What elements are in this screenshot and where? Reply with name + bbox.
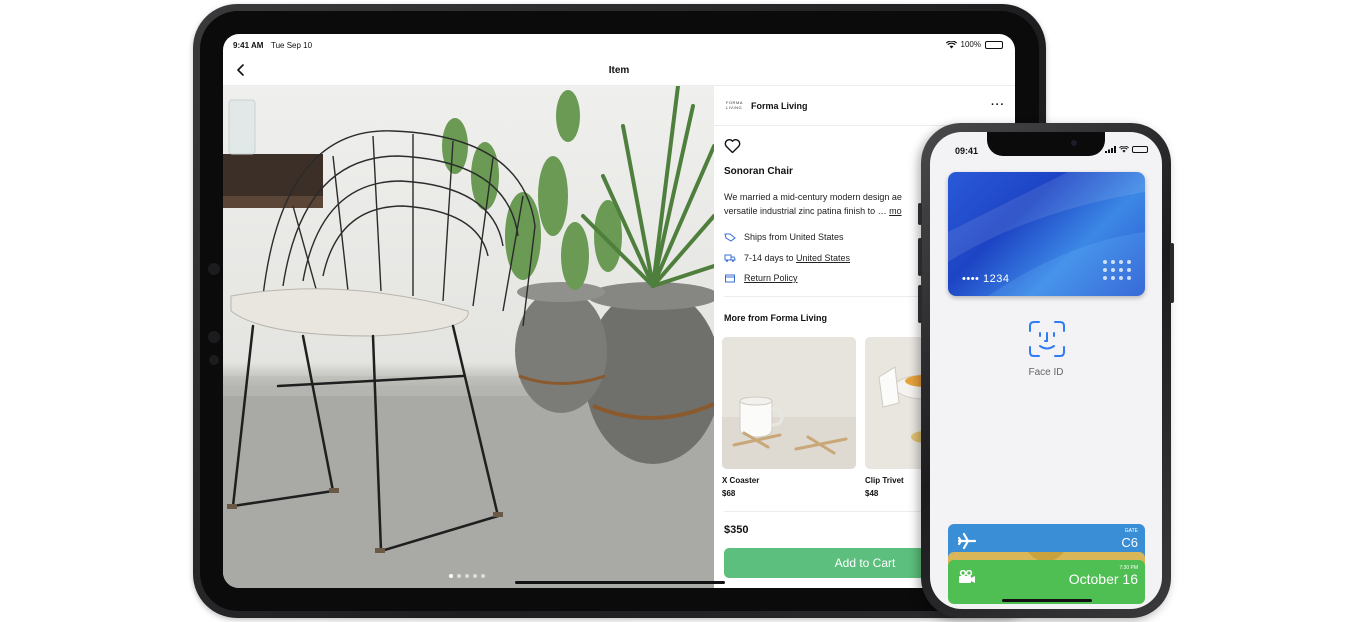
product-thumb-x-coaster[interactable] [722,337,856,469]
product-thumb-name: Clip Trivet [865,476,904,485]
phone-battery-icon [1132,146,1148,153]
more-options-icon[interactable]: ··· [991,99,1005,111]
delivery-prefix: 7-14 days to [744,253,797,263]
product-thumb-name: X Coaster [722,476,760,485]
phone-status-right [1105,146,1148,153]
delivery-truck-icon [724,254,736,262]
page-dot[interactable] [457,574,461,578]
product-photo[interactable] [223,86,714,588]
phone-home-indicator[interactable] [1002,599,1092,602]
ipad-sensor-small [209,355,219,365]
wifi-icon [1119,146,1129,153]
seller-logo: FORMA LIVING [726,100,744,110]
status-right: 100% [945,40,1003,49]
seller-name[interactable]: Forma Living [751,101,808,111]
seller-logo-line2: LIVING [726,105,743,110]
apple-pay-card[interactable]: •••• 1234 [948,172,1145,296]
event-date: October 16 [1068,571,1138,587]
battery-icon [985,40,1003,49]
wifi-icon [945,40,957,48]
face-id-icon [1029,321,1065,357]
nav-bar: Item [223,56,1015,86]
ipad-sensor [208,263,220,275]
side-button [1170,243,1174,303]
page-dot[interactable] [481,574,485,578]
photo-page-indicator[interactable] [449,574,485,578]
ipad-camera [208,331,220,343]
event-ticket[interactable]: 7:30 PM October 16 [948,560,1145,604]
seller-row[interactable]: FORMA LIVING Forma Living ··· [714,86,1015,126]
coaster-image [722,337,856,469]
gate-label: GATE [1124,528,1138,534]
phone-status-time: 09:41 [955,146,979,156]
tag-icon [724,233,736,242]
favorite-heart-icon[interactable] [724,138,741,154]
mute-switch [918,203,922,225]
airplane-icon [958,532,976,550]
home-indicator[interactable] [515,581,725,584]
notch [987,132,1105,156]
delivery-country-link[interactable]: United States [796,253,850,263]
ships-from-text: Ships from United States [744,232,844,242]
cellular-signal-icon [1105,146,1116,153]
product-price: $350 [724,524,749,536]
iphone-device: 09:41 •••• 1234 Face ID GATE C6 7:30 PM … [918,123,1174,618]
product-thumb-price: $48 [865,489,879,498]
page-dot[interactable] [465,574,469,578]
battery-percent: 100% [960,40,981,49]
card-number: •••• 1234 [962,273,1010,285]
page-dot[interactable] [449,574,453,578]
status-bar: 9:41 AM Tue Sep 10 100% [223,34,1015,56]
ipad-screen: 9:41 AM Tue Sep 10 100% Item FORMA LIVIN… [223,34,1015,588]
shipping-origin-row: Ships from United States [724,232,844,242]
status-date: Tue Sep 10 [271,41,313,50]
page-title: Item [608,65,630,76]
more-from-title: More from Forma Living [724,313,828,323]
iphone-screen: 09:41 •••• 1234 Face ID GATE C6 7:30 PM … [930,132,1162,609]
face-id-label: Face ID [1028,367,1064,378]
product-title: Sonoran Chair [724,166,793,177]
delivery-row: 7-14 days to United States [724,253,850,263]
product-marketing-scene: 9:41 AM Tue Sep 10 100% Item FORMA LIVIN… [0,0,1350,622]
movie-camera-icon [959,570,975,583]
chair-and-plants-illustration [223,86,714,588]
volume-down-button [918,285,922,323]
description-line-2: versatile industrial zinc patina finish … [724,206,890,216]
status-time: 9:41 AM [233,41,264,50]
product-thumb-price: $68 [722,489,736,498]
return-box-icon [725,274,735,283]
return-policy-link[interactable]: Return Policy [744,273,798,283]
page-dot[interactable] [473,574,477,578]
read-more-link[interactable]: mo [889,206,902,216]
gate-value: C6 [1121,535,1138,550]
return-policy-row: Return Policy [724,273,798,283]
volume-up-button [918,238,922,276]
card-logo-dots [1103,260,1131,280]
